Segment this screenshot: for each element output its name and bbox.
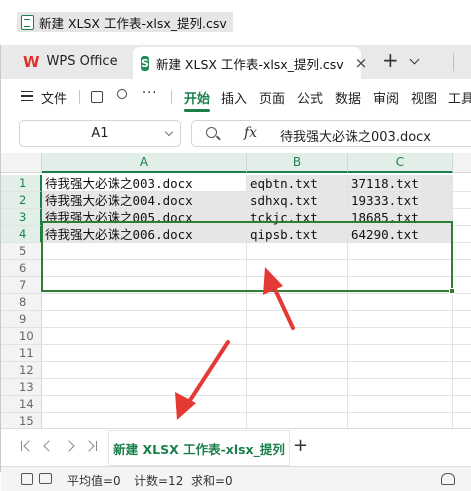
status-average: 平均值=0 (67, 474, 121, 488)
status-layout-icon[interactable] (39, 473, 52, 484)
wps-window: W WPS Office S 新建 XLSX 工作表-xlsx_提列.csv ×… (0, 45, 471, 491)
annotation-arrows (175, 267, 295, 420)
title-strip: 新建 XLSX 工作表-xlsx_提列.csv (0, 0, 471, 45)
status-sum: 求和=0 (191, 474, 233, 488)
status-settings-icon[interactable] (21, 473, 33, 485)
csv-file-icon (21, 14, 34, 30)
title-chip: 新建 XLSX 工作表-xlsx_提列.csv (17, 12, 233, 32)
arrow-to-data (263, 267, 295, 330)
eye-protection-icon[interactable] (441, 473, 455, 485)
title-filename: 新建 XLSX 工作表-xlsx_提列.csv (39, 15, 227, 31)
arrow-to-sheet-tab (175, 340, 230, 420)
status-count: 计数=12 (134, 474, 184, 488)
